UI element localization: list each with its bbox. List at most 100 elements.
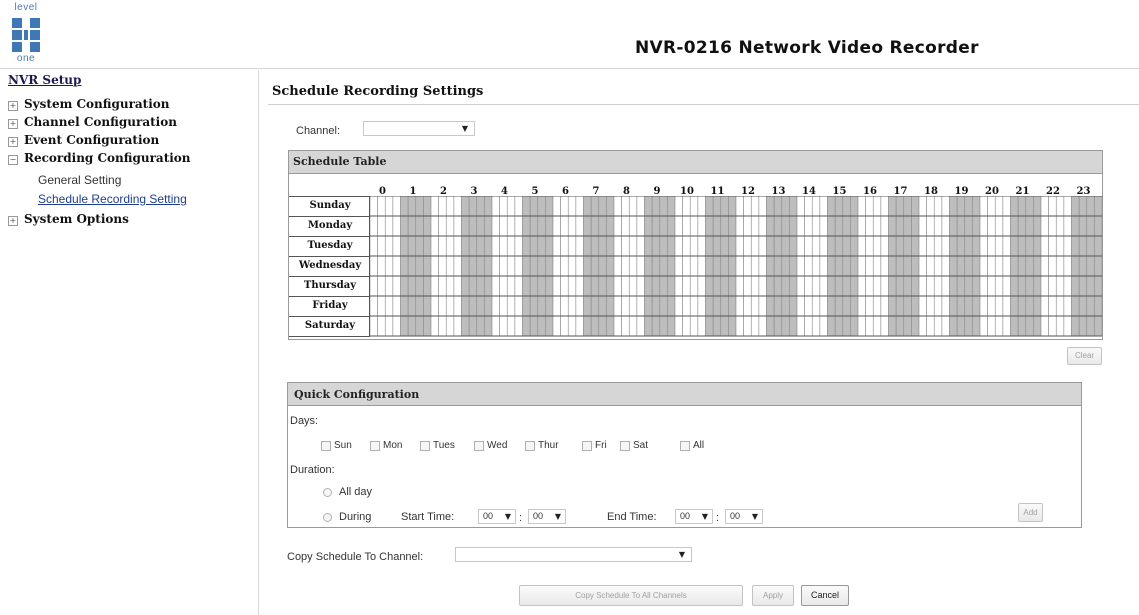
- schedule-cell[interactable]: [735, 275, 744, 297]
- schedule-cell[interactable]: [545, 196, 554, 217]
- schedule-cell[interactable]: [613, 196, 622, 217]
- schedule-cell[interactable]: [567, 235, 577, 257]
- schedule-cell[interactable]: [834, 295, 844, 317]
- schedule-cell[interactable]: [537, 215, 546, 237]
- schedule-cell[interactable]: [651, 255, 661, 277]
- schedule-cell[interactable]: [857, 196, 866, 217]
- schedule-cell[interactable]: [659, 295, 668, 317]
- schedule-cell[interactable]: [781, 215, 790, 237]
- schedule-cell[interactable]: [865, 275, 874, 297]
- copy-schedule-channel-select[interactable]: ▼: [455, 547, 692, 562]
- schedule-cell[interactable]: [430, 315, 439, 337]
- schedule-cell[interactable]: [598, 255, 607, 277]
- schedule-cell[interactable]: [796, 196, 805, 217]
- schedule-cell[interactable]: [606, 315, 615, 337]
- schedule-cell[interactable]: [994, 215, 1004, 237]
- schedule-cell[interactable]: [819, 215, 828, 237]
- schedule-cell[interactable]: [895, 295, 905, 317]
- schedule-cell[interactable]: [1033, 295, 1042, 317]
- schedule-cell[interactable]: [407, 235, 417, 257]
- schedule-cell[interactable]: [743, 215, 752, 237]
- schedule-cell[interactable]: [621, 215, 630, 237]
- schedule-cell[interactable]: [621, 235, 630, 257]
- schedule-cell[interactable]: [613, 295, 622, 317]
- schedule-cell[interactable]: [819, 295, 828, 317]
- schedule-cell[interactable]: [918, 315, 927, 337]
- schedule-cell[interactable]: [1071, 315, 1080, 337]
- schedule-cell[interactable]: [606, 275, 615, 297]
- schedule-cell[interactable]: [400, 196, 409, 217]
- schedule-cell[interactable]: [423, 275, 432, 297]
- schedule-cell[interactable]: [972, 295, 981, 317]
- schedule-cell[interactable]: [994, 235, 1004, 257]
- schedule-cell[interactable]: [933, 295, 943, 317]
- schedule-cell[interactable]: [781, 196, 790, 217]
- schedule-cell[interactable]: [674, 315, 683, 337]
- day-checkbox-wed[interactable]: [474, 441, 484, 451]
- schedule-cell[interactable]: [430, 275, 439, 297]
- schedule-cell[interactable]: [964, 255, 973, 277]
- schedule-cell[interactable]: [1025, 196, 1034, 217]
- schedule-cell[interactable]: [667, 275, 676, 297]
- schedule-cell[interactable]: [1017, 215, 1027, 237]
- schedule-cell[interactable]: [689, 315, 699, 337]
- schedule-cell[interactable]: [1086, 235, 1095, 257]
- schedule-cell[interactable]: [689, 275, 699, 297]
- schedule-cell[interactable]: [857, 295, 866, 317]
- schedule-cell[interactable]: [926, 235, 935, 257]
- schedule-cell[interactable]: [400, 315, 409, 337]
- schedule-cell[interactable]: [804, 295, 813, 317]
- schedule-cell[interactable]: [827, 275, 836, 297]
- schedule-cell[interactable]: [621, 255, 630, 277]
- schedule-cell[interactable]: [453, 315, 462, 337]
- schedule-cell[interactable]: [1063, 235, 1072, 257]
- schedule-cell[interactable]: [560, 215, 569, 237]
- schedule-cell[interactable]: [384, 255, 394, 277]
- schedule-cell[interactable]: [659, 215, 668, 237]
- schedule-cell[interactable]: [895, 255, 905, 277]
- schedule-cell[interactable]: [1086, 315, 1095, 337]
- schedule-cell[interactable]: [979, 196, 988, 217]
- schedule-cell[interactable]: [743, 196, 752, 217]
- schedule-cell[interactable]: [1010, 295, 1019, 317]
- schedule-cell[interactable]: [484, 255, 493, 277]
- schedule-cell[interactable]: [522, 255, 531, 277]
- schedule-cell[interactable]: [499, 235, 508, 257]
- schedule-cell[interactable]: [1017, 196, 1027, 217]
- cancel-button[interactable]: Cancel: [801, 585, 849, 606]
- schedule-cell[interactable]: [575, 235, 584, 257]
- schedule-cell[interactable]: [766, 235, 775, 257]
- schedule-cell[interactable]: [476, 275, 485, 297]
- schedule-cell[interactable]: [392, 295, 401, 317]
- schedule-cell[interactable]: [415, 235, 424, 257]
- schedule-cell[interactable]: [545, 275, 554, 297]
- schedule-cell[interactable]: [804, 275, 813, 297]
- schedule-cell[interactable]: [773, 315, 783, 337]
- schedule-cell[interactable]: [667, 215, 676, 237]
- schedule-cell[interactable]: [712, 196, 722, 217]
- schedule-cell[interactable]: [850, 235, 859, 257]
- schedule-cell[interactable]: [827, 315, 836, 337]
- schedule-cell[interactable]: [415, 196, 424, 217]
- schedule-cell[interactable]: [766, 295, 775, 317]
- schedule-cell[interactable]: [1010, 235, 1019, 257]
- schedule-cell[interactable]: [1063, 295, 1072, 317]
- schedule-cell[interactable]: [804, 215, 813, 237]
- schedule-cell[interactable]: [636, 235, 645, 257]
- schedule-cell[interactable]: [880, 196, 889, 217]
- schedule-cell[interactable]: [423, 196, 432, 217]
- schedule-cell[interactable]: [880, 315, 889, 337]
- schedule-cell[interactable]: [583, 275, 592, 297]
- schedule-cell[interactable]: [926, 275, 935, 297]
- schedule-cell[interactable]: [796, 315, 805, 337]
- schedule-cell[interactable]: [941, 275, 950, 297]
- schedule-cell[interactable]: [1071, 255, 1080, 277]
- schedule-cell[interactable]: [659, 275, 668, 297]
- schedule-cell[interactable]: [491, 215, 500, 237]
- schedule-cell[interactable]: [697, 196, 706, 217]
- schedule-cell[interactable]: [735, 196, 744, 217]
- schedule-cell[interactable]: [514, 235, 523, 257]
- schedule-cell[interactable]: [484, 235, 493, 257]
- schedule-cell[interactable]: [819, 275, 828, 297]
- schedule-cell[interactable]: [506, 196, 516, 217]
